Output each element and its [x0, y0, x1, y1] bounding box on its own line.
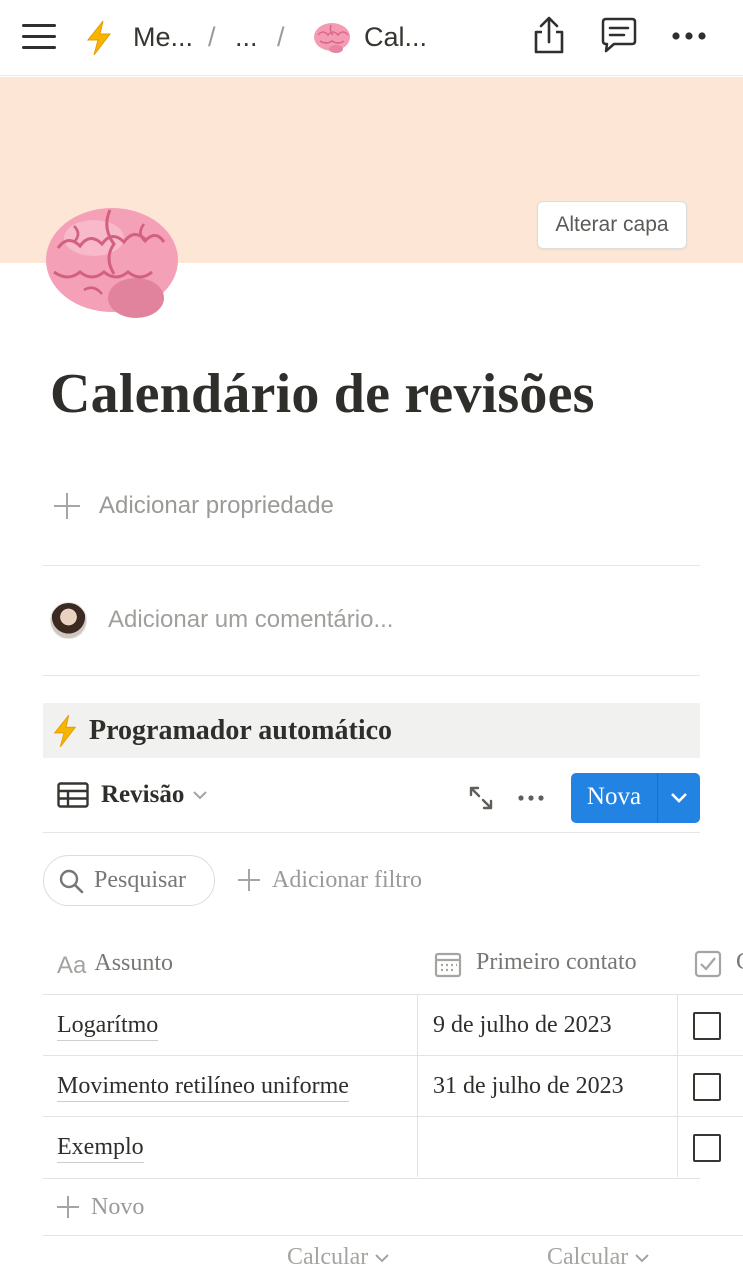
- row-title[interactable]: Movimento retilíneo uniforme: [57, 1071, 349, 1102]
- column-label: C: [736, 949, 743, 976]
- comment-input[interactable]: Adicionar um comentário...: [108, 606, 393, 634]
- table-row[interactable]: Logarítmo 9 de julho de 2023: [43, 994, 743, 1055]
- column-header-checkbox[interactable]: C: [694, 946, 743, 978]
- divider: [43, 675, 700, 676]
- brain-icon[interactable]: [44, 198, 186, 322]
- cell-primeiro-contato[interactable]: 9 de julho de 2023: [433, 995, 612, 1056]
- chevron-down-icon: [671, 793, 687, 803]
- chevron-down-icon: [635, 1253, 650, 1262]
- column-label: Assunto: [94, 949, 174, 976]
- chevron-down-icon: [193, 791, 208, 800]
- database-view-bar: Revisão Nova: [43, 773, 700, 823]
- cell-primeiro-contato[interactable]: 31 de julho de 2023: [433, 1056, 624, 1117]
- calculate-label: Calcular: [287, 1244, 369, 1270]
- search-label: Pesquisar: [94, 867, 186, 893]
- lightning-icon: [86, 20, 112, 56]
- breadcrumb-item-2[interactable]: ...: [235, 18, 258, 56]
- view-selector[interactable]: Revisão: [57, 781, 208, 809]
- divider: [43, 565, 700, 566]
- checkbox-icon: [694, 950, 722, 978]
- database-title[interactable]: Programador automático: [43, 703, 700, 758]
- menu-icon[interactable]: [22, 22, 56, 52]
- expand-icon[interactable]: [468, 785, 494, 811]
- row-title[interactable]: Exemplo: [57, 1132, 144, 1163]
- text-type-icon: Aa: [57, 952, 87, 979]
- calculate-button[interactable]: Calcular: [547, 1244, 650, 1271]
- view-label: Revisão: [101, 781, 185, 808]
- add-property-button[interactable]: Adicionar propriedade: [54, 488, 334, 524]
- add-filter-label: Adicionar filtro: [272, 866, 422, 893]
- add-row-label: Novo: [91, 1193, 145, 1220]
- new-entry-button[interactable]: Nova: [571, 773, 700, 823]
- table-icon: [57, 782, 89, 808]
- add-filter-button[interactable]: Adicionar filtro: [238, 860, 422, 900]
- breadcrumb-item-current[interactable]: Cal...: [364, 18, 427, 56]
- lightning-icon: [53, 714, 77, 747]
- plus-icon: [54, 493, 80, 519]
- new-button-dropdown[interactable]: [658, 773, 700, 823]
- top-bar: Me... / ... / Cal...: [0, 0, 743, 76]
- cell-assunto[interactable]: Movimento retilíneo uniforme: [57, 1056, 349, 1117]
- calendar-icon: [434, 952, 462, 978]
- cell-checkbox[interactable]: [693, 995, 721, 1056]
- plus-icon: [238, 869, 260, 891]
- column-label: Primeiro contato: [476, 948, 637, 975]
- more-icon[interactable]: [667, 14, 711, 58]
- breadcrumb-item-1[interactable]: Me...: [133, 18, 193, 56]
- cell-checkbox[interactable]: [693, 1117, 721, 1178]
- column-divider: [417, 994, 418, 1177]
- avatar: [50, 601, 87, 639]
- row-checkbox[interactable]: [693, 1072, 721, 1101]
- more-icon[interactable]: [516, 785, 546, 811]
- row-checkbox[interactable]: [693, 1133, 721, 1162]
- calculate-row: Calcular Calcular: [43, 1235, 743, 1280]
- breadcrumb-separator: /: [208, 22, 216, 52]
- chevron-down-icon: [375, 1253, 390, 1262]
- table-header: Aa Assunto Primeiro contato C: [43, 934, 743, 994]
- table-row[interactable]: Exemplo: [43, 1116, 743, 1177]
- divider: [43, 832, 700, 833]
- column-divider: [677, 994, 678, 1177]
- comment-icon[interactable]: [597, 14, 641, 58]
- plus-icon: [57, 1196, 79, 1218]
- column-header-primeiro-contato[interactable]: Primeiro contato: [434, 946, 637, 978]
- calculate-button[interactable]: Calcular: [287, 1244, 390, 1271]
- cell-checkbox[interactable]: [693, 1056, 721, 1117]
- column-header-assunto[interactable]: Aa Assunto: [57, 946, 173, 980]
- share-icon[interactable]: [527, 14, 571, 58]
- search-button[interactable]: Pesquisar: [43, 855, 215, 906]
- brain-icon: [314, 23, 350, 53]
- page-title[interactable]: Calendário de revisões: [50, 362, 595, 426]
- cell-assunto[interactable]: Exemplo: [57, 1117, 144, 1178]
- add-row-button[interactable]: Novo: [43, 1178, 700, 1235]
- add-property-label: Adicionar propriedade: [99, 492, 334, 519]
- calculate-label: Calcular: [547, 1244, 629, 1270]
- change-cover-button[interactable]: Alterar capa: [537, 201, 687, 249]
- breadcrumb-separator: /: [277, 22, 285, 52]
- cell-assunto[interactable]: Logarítmo: [57, 995, 159, 1056]
- comment-input-row[interactable]: Adicionar um comentário...: [50, 600, 393, 640]
- row-title[interactable]: Logarítmo: [57, 1010, 159, 1041]
- new-button-label[interactable]: Nova: [571, 773, 658, 823]
- search-icon: [59, 869, 84, 893]
- table-row[interactable]: Movimento retilíneo uniforme 31 de julho…: [43, 1055, 743, 1116]
- database-title-label: Programador automático: [89, 714, 393, 746]
- row-checkbox[interactable]: [693, 1011, 721, 1040]
